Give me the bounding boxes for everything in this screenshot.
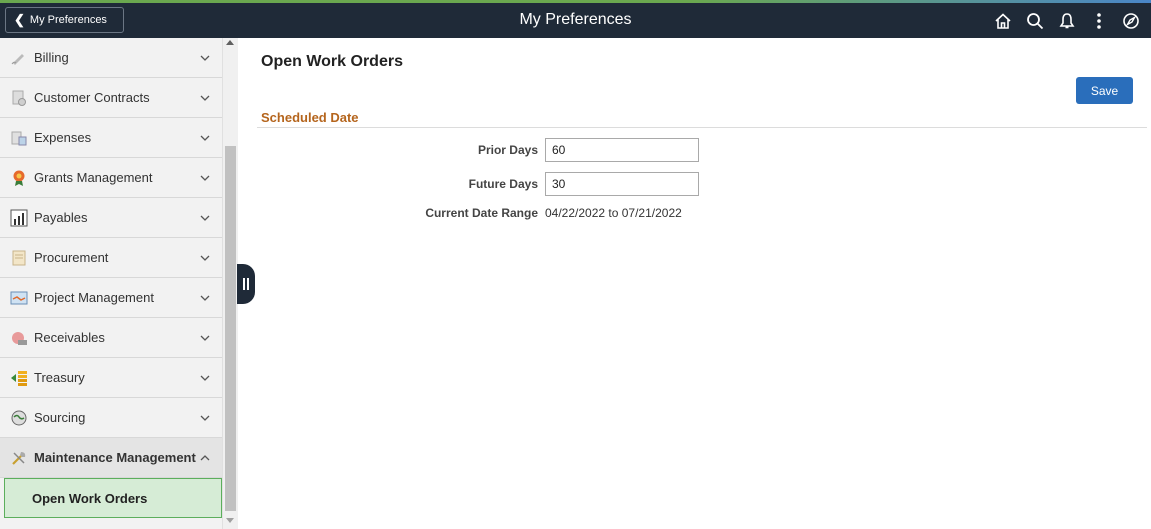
sidebar-item-payables[interactable]: Payables: [0, 198, 222, 238]
sidebar-item-label: Receivables: [34, 330, 105, 345]
header-actions: [987, 8, 1147, 34]
scrollbar-thumb[interactable]: [225, 146, 236, 511]
scroll-up-arrow-icon[interactable]: [226, 40, 234, 45]
future-days-input[interactable]: [545, 172, 699, 196]
grants-icon: [10, 169, 28, 187]
section-divider: [257, 127, 1147, 128]
chevron-down-icon: [200, 255, 210, 261]
sidebar-item-grants-management[interactable]: Grants Management: [0, 158, 222, 198]
app-header: ❮ My Preferences My Preferences: [0, 3, 1151, 38]
pause-bar-icon: [247, 278, 249, 290]
chevron-down-icon: [200, 295, 210, 301]
treasury-icon: [10, 369, 28, 387]
navbar-icon[interactable]: [1115, 8, 1147, 34]
sidebar-item-label: Payables: [34, 210, 88, 225]
chevron-down-icon: [200, 135, 210, 141]
procurement-icon: [10, 249, 28, 267]
chevron-down-icon: [200, 55, 210, 61]
page-header-title: My Preferences: [519, 11, 632, 28]
sidebar-scrollbar[interactable]: [222, 38, 238, 529]
bell-icon[interactable]: [1051, 8, 1083, 34]
sidebar-item-sourcing[interactable]: Sourcing: [0, 398, 222, 438]
contracts-icon: [10, 89, 28, 107]
chevron-down-icon: [200, 375, 210, 381]
current-date-range-row: Current Date Range 04/22/2022 to 07/21/2…: [300, 206, 682, 220]
sidebar-item-label: Treasury: [34, 370, 85, 385]
sidebar-item-project-management[interactable]: Project Management: [0, 278, 222, 318]
current-date-range-value: 04/22/2022 to 07/21/2022: [545, 206, 682, 220]
sidebar-item-label: Billing: [34, 50, 69, 65]
billing-icon: [10, 49, 28, 67]
page-title: Open Work Orders: [261, 53, 403, 70]
sidebar-item-receivables[interactable]: Receivables: [0, 318, 222, 358]
chevron-left-icon: ❮: [14, 12, 25, 27]
prior-days-input[interactable]: [545, 138, 699, 162]
sourcing-icon: [10, 409, 28, 427]
search-icon[interactable]: [1019, 8, 1051, 34]
sidebar-item-procurement[interactable]: Procurement: [0, 238, 222, 278]
chevron-up-icon: [200, 455, 210, 461]
sidebar-item-label: Procurement: [34, 250, 109, 265]
scroll-down-arrow-icon[interactable]: [226, 518, 234, 523]
project-icon: [10, 289, 28, 307]
sidebar-item-customer-contracts[interactable]: Customer Contracts: [0, 78, 222, 118]
prior-days-label: Prior Days: [477, 143, 538, 157]
chevron-down-icon: [200, 95, 210, 101]
prior-days-row: Prior Days: [300, 138, 699, 162]
collapse-sidebar-handle[interactable]: [237, 264, 255, 304]
sidebar-item-label: Grants Management: [34, 170, 153, 185]
chevron-down-icon: [200, 215, 210, 221]
back-button-label: My Preferences: [29, 14, 107, 26]
sidebar-item-treasury[interactable]: Treasury: [0, 358, 222, 398]
home-icon[interactable]: [987, 8, 1019, 34]
sidebar-item-label: Project Management: [34, 290, 154, 305]
save-button[interactable]: Save: [1076, 77, 1133, 104]
sidebar-item-billing[interactable]: Billing: [0, 38, 222, 78]
sidebar-item-label: Maintenance Management: [34, 450, 196, 465]
maintenance-icon: [10, 449, 28, 467]
pause-bar-icon: [243, 278, 245, 290]
sidebar-item-maintenance-management[interactable]: Maintenance Management: [0, 438, 222, 478]
receivables-icon: [10, 329, 28, 347]
sidebar-item-label: Expenses: [34, 130, 92, 145]
sidebar-nav: Billing Customer Contracts Expenses Gran…: [0, 38, 222, 529]
back-button[interactable]: ❮ My Preferences: [5, 7, 124, 33]
section-title: Scheduled Date: [261, 110, 359, 125]
future-days-label: Future Days: [468, 177, 538, 191]
chevron-down-icon: [200, 415, 210, 421]
chevron-down-icon: [200, 335, 210, 341]
payables-icon: [10, 209, 28, 227]
more-actions-icon[interactable]: [1083, 8, 1115, 34]
current-date-range-label: Current Date Range: [425, 206, 538, 220]
sidebar-item-label: Sourcing: [34, 410, 86, 425]
sidebar-subitem-open-work-orders[interactable]: Open Work Orders: [4, 478, 222, 518]
expenses-icon: [10, 129, 28, 147]
sidebar-item-expenses[interactable]: Expenses: [0, 118, 222, 158]
future-days-row: Future Days: [300, 172, 699, 196]
sidebar-item-label: Customer Contracts: [34, 90, 150, 105]
chevron-down-icon: [200, 175, 210, 181]
